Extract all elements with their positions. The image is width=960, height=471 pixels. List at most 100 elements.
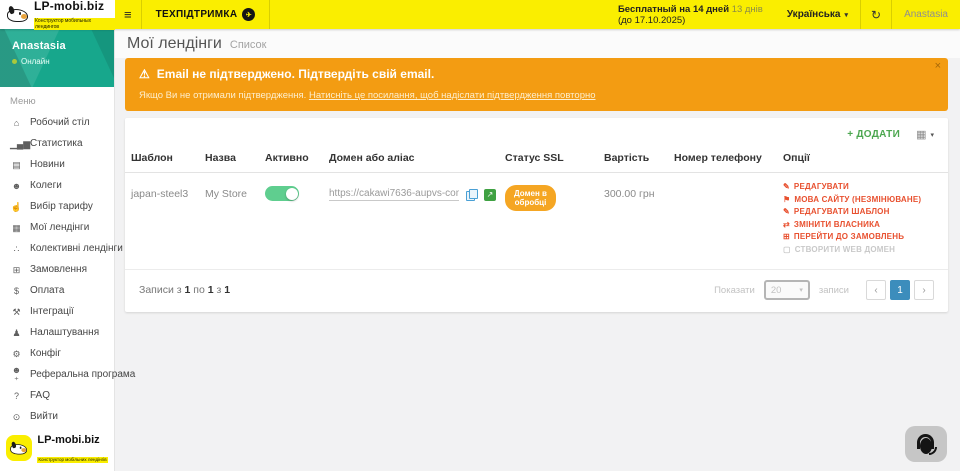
page-icon: ▢ <box>783 245 791 254</box>
question-icon: ? <box>10 391 23 401</box>
support-button[interactable]: ТЕХПІДТРИМКА ✈ <box>142 0 270 29</box>
landings-table: Шаблон Назва Активно Домен або аліас Ста… <box>125 143 948 270</box>
warning-icon: ⚠ <box>139 67 150 81</box>
columns-dropdown[interactable]: ▦ ▾ <box>916 128 934 141</box>
close-icon[interactable]: × <box>935 61 941 72</box>
sidebar-item-settings[interactable]: ♟Налаштування <box>0 322 114 343</box>
option-edit[interactable]: ✎РЕДАГУВАТИ <box>783 182 944 191</box>
table-header-row: Шаблон Назва Активно Домен або аліас Ста… <box>125 143 948 173</box>
gears-icon: ⚙ <box>10 349 23 359</box>
landings-card: + ДОДАТИ ▦ ▾ Шаблон Назва Активно Домен … <box>125 118 948 312</box>
user-icon: ♟ <box>10 328 23 338</box>
telegram-icon: ✈ <box>242 8 255 21</box>
user-menu[interactable]: Anastasia <box>892 0 960 29</box>
news-icon: ▤ <box>10 160 23 170</box>
sidebar-item-integrations[interactable]: ⚒Інтеграції <box>0 301 114 322</box>
support-chat-widget[interactable] <box>905 426 947 462</box>
language-label: Українська <box>787 9 841 20</box>
option-go-to-orders[interactable]: ⊞ПЕРЕЙТИ ДО ЗАМОВЛЕНЬ <box>783 232 944 241</box>
sidebar: Anastasia Онлайн Меню ⌂Робочий стіл ▁▄▆С… <box>0 29 115 471</box>
page-title: Мої лендінги <box>127 35 222 53</box>
edit-icon: ✎ <box>783 207 790 216</box>
footer-logo-title: LP-mobi.biz <box>37 434 99 446</box>
power-icon: ⊙ <box>10 412 23 422</box>
trial-info: Бесплатный на 14 дней 13 днів (до 17.10.… <box>618 0 775 29</box>
col-phone[interactable]: Номер телефону <box>670 143 779 173</box>
cart-icon: ⊞ <box>10 265 23 275</box>
option-edit-template[interactable]: ✎РЕДАГУВАТИ ШАБЛОН <box>783 207 944 216</box>
col-price[interactable]: Вартість <box>600 143 670 173</box>
records-info: Записи з 1 по 1 з 1 <box>139 284 230 296</box>
option-create-web-domain: ▢СТВОРИТИ WEB ДОМЕН <box>783 245 944 254</box>
trial-until: (до 17.10.2025) <box>618 15 763 26</box>
sidebar-item-news[interactable]: ▤Новини <box>0 154 114 175</box>
trial-days-left: 13 днів <box>732 4 763 15</box>
page-1-button[interactable]: 1 <box>890 280 910 300</box>
col-ssl[interactable]: Статус SSL <box>501 143 600 173</box>
col-options[interactable]: Опції <box>779 143 948 173</box>
col-domain[interactable]: Домен або аліас <box>325 143 501 173</box>
col-active[interactable]: Активно <box>261 143 325 173</box>
hamburger-icon[interactable]: ≡ <box>115 0 141 29</box>
sidebar-item-statistics[interactable]: ▁▄▆Статистика <box>0 133 114 154</box>
main-content: Мої лендінги Список ⚠ Email не підтвердж… <box>115 29 960 471</box>
table-row: japan-steel3 My Store ↗ Домен вобробці <box>125 173 948 270</box>
support-label: ТЕХПІДТРИМКА <box>156 9 238 20</box>
sidebar-item-payment[interactable]: $Оплата <box>0 280 114 301</box>
dollar-icon: $ <box>10 286 23 296</box>
chevron-down-icon: ▾ <box>799 286 803 294</box>
page-header: Мої лендінги Список <box>115 29 960 58</box>
tools-icon: ⚒ <box>10 307 23 317</box>
card-toolbar: + ДОДАТИ ▦ ▾ <box>125 118 948 143</box>
cell-name: My Store <box>201 173 261 270</box>
add-landing-button[interactable]: + ДОДАТИ <box>847 129 900 140</box>
cart-icon: ⊞ <box>783 232 790 241</box>
resend-confirmation-link[interactable]: Натисніть це посилання, щоб надіслати пі… <box>309 90 596 101</box>
external-link-icon[interactable]: ↗ <box>484 189 496 201</box>
refresh-icon[interactable]: ↻ <box>861 0 891 29</box>
landings-icon: ▦ <box>10 223 23 233</box>
sidebar-item-collective-landings[interactable]: ∴Колективні лендінги <box>0 238 114 259</box>
top-bar: LP-mobi.biz Конструктор мобильных лендин… <box>0 0 960 29</box>
online-status-dot <box>12 59 17 64</box>
logo-title: LP-mobi.biz <box>34 0 104 13</box>
sidebar-item-config[interactable]: ⚙Конфіг <box>0 343 114 364</box>
share-icon: ∴ <box>10 244 23 254</box>
alert-title-text: Email не підтверджено. Підтвердіть свій … <box>157 67 435 81</box>
trial-plan: Бесплатный на 14 дней <box>618 4 729 15</box>
sidebar-user-name: Anastasia <box>12 40 102 52</box>
option-site-language[interactable]: ⚑МОВА САЙТУ (НЕЗМІНЮВАНЕ) <box>783 195 944 204</box>
logo-subtitle: Конструктор мобильных лендингов <box>34 18 115 30</box>
sidebar-item-faq[interactable]: ?FAQ <box>0 385 114 406</box>
sidebar-item-desktop[interactable]: ⌂Робочий стіл <box>0 112 114 133</box>
sidebar-menu: ⌂Робочий стіл ▁▄▆Статистика ▤Новини ☻Кол… <box>0 112 114 427</box>
desktop-icon: ⌂ <box>10 118 23 128</box>
sidebar-item-logout[interactable]: ⊙Вийти <box>0 406 114 427</box>
sidebar-item-tariff[interactable]: ☝Вибір тарифу <box>0 196 114 217</box>
sidebar-item-referral[interactable]: ☻⁺Реферальна програма <box>0 364 114 385</box>
sidebar-footer-logo[interactable]: LP-mobi.biz Конструктор мобільних лендін… <box>0 430 114 466</box>
chevron-down-icon: ▾ <box>930 131 934 139</box>
prev-page-button[interactable]: ‹ <box>866 280 886 300</box>
online-status-label: Онлайн <box>21 57 50 66</box>
sidebar-item-colleagues[interactable]: ☻Колеги <box>0 175 114 196</box>
ssl-status-badge: Домен вобробці <box>505 185 556 211</box>
next-page-button[interactable]: › <box>914 280 934 300</box>
active-toggle[interactable] <box>265 186 299 201</box>
sidebar-item-orders[interactable]: ⊞Замовлення <box>0 259 114 280</box>
app-logo[interactable]: LP-mobi.biz Конструктор мобильных лендин… <box>0 0 115 29</box>
sidebar-item-my-landings[interactable]: ▦Мої лендінги <box>0 217 114 238</box>
cell-template: japan-steel3 <box>125 173 201 270</box>
tariff-hand-icon: ☝ <box>10 202 23 212</box>
copy-icon[interactable] <box>466 189 477 201</box>
dog-logo-icon <box>6 435 32 461</box>
show-label: Показати <box>714 285 755 296</box>
domain-input[interactable] <box>329 188 459 201</box>
col-name[interactable]: Назва <box>201 143 261 173</box>
option-change-owner[interactable]: ⇄ЗМІНИТИ ВЛАСНИКА <box>783 220 944 229</box>
col-template[interactable]: Шаблон <box>125 143 201 173</box>
page-size-select[interactable]: 20 ▾ <box>764 280 810 300</box>
language-dropdown[interactable]: Українська ▾ <box>775 0 860 29</box>
email-alert: ⚠ Email не підтверджено. Підтвердіть сві… <box>125 58 948 111</box>
divider <box>269 0 270 29</box>
